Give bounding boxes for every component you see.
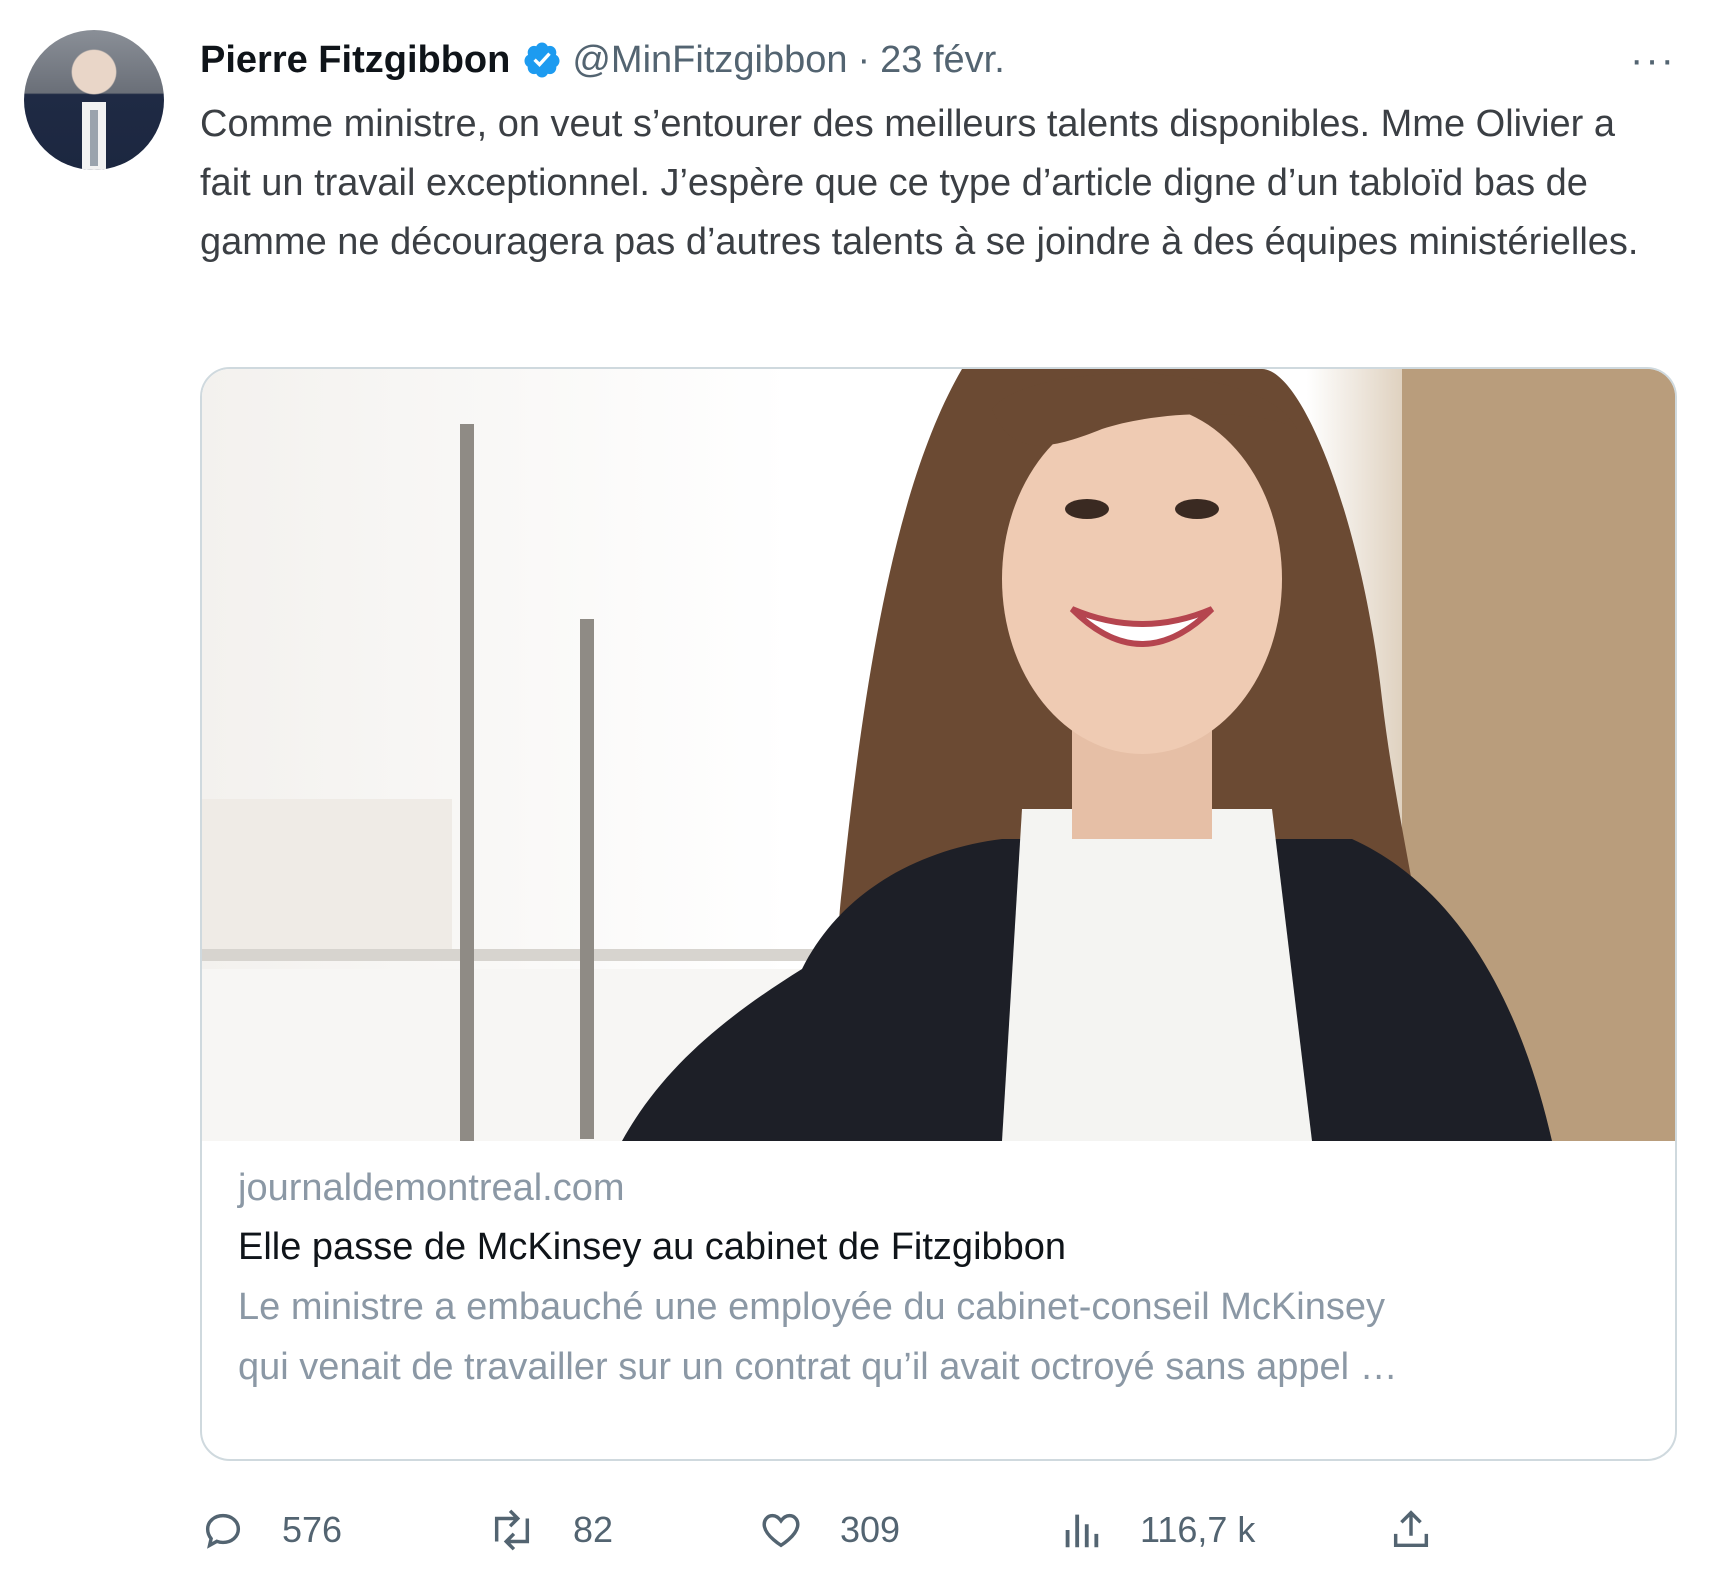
- retweet-count: 82: [573, 1509, 614, 1550]
- views-count: 116,7 k: [1140, 1509, 1256, 1550]
- tweet-header: Pierre Fitzgibbon @MinFitzgibbon · 23 fé…: [200, 30, 1005, 90]
- card-domain: journaldemontreal.com: [238, 1167, 625, 1209]
- views-button[interactable]: 116,7 k: [1058, 1500, 1255, 1560]
- article-photo: [202, 369, 1675, 1141]
- like-count: 309: [840, 1509, 901, 1550]
- more-icon[interactable]: ···: [1628, 38, 1678, 82]
- share-button[interactable]: [1388, 1500, 1470, 1560]
- separator-dot: ·: [857, 38, 871, 81]
- views-icon: [1065, 1514, 1099, 1548]
- tweet-date[interactable]: 23 févr.: [880, 39, 1005, 82]
- link-preview-card[interactable]: journaldemontreal.com Elle passe de McKi…: [200, 367, 1677, 1461]
- reply-button[interactable]: 576: [200, 1500, 342, 1560]
- author-avatar[interactable]: [24, 30, 164, 170]
- card-meta: journaldemontreal.com Elle passe de McKi…: [238, 1159, 1639, 1397]
- author-name[interactable]: Pierre Fitzgibbon: [200, 39, 510, 82]
- like-icon: [762, 1513, 800, 1548]
- reply-icon: [205, 1513, 241, 1549]
- author-handle[interactable]: @MinFitzgibbon: [572, 39, 847, 82]
- card-description: Le ministre a embauché une employée du c…: [238, 1286, 1398, 1388]
- reply-count: 576: [282, 1509, 343, 1550]
- retweet-button[interactable]: 82: [487, 1500, 613, 1560]
- card-title: Elle passe de McKinsey au cabinet de Fit…: [238, 1226, 1067, 1268]
- tweet-text: Comme ministre, on veut s’entourer des m…: [200, 103, 1639, 263]
- verified-badge-icon: [522, 40, 562, 80]
- avatar-tie: [90, 110, 98, 166]
- share-icon: [1393, 1510, 1429, 1548]
- like-button[interactable]: 309: [758, 1500, 900, 1560]
- tweet-actions: 576 82 309 116,7 k: [200, 1500, 1660, 1560]
- retweet-icon: [494, 1509, 530, 1551]
